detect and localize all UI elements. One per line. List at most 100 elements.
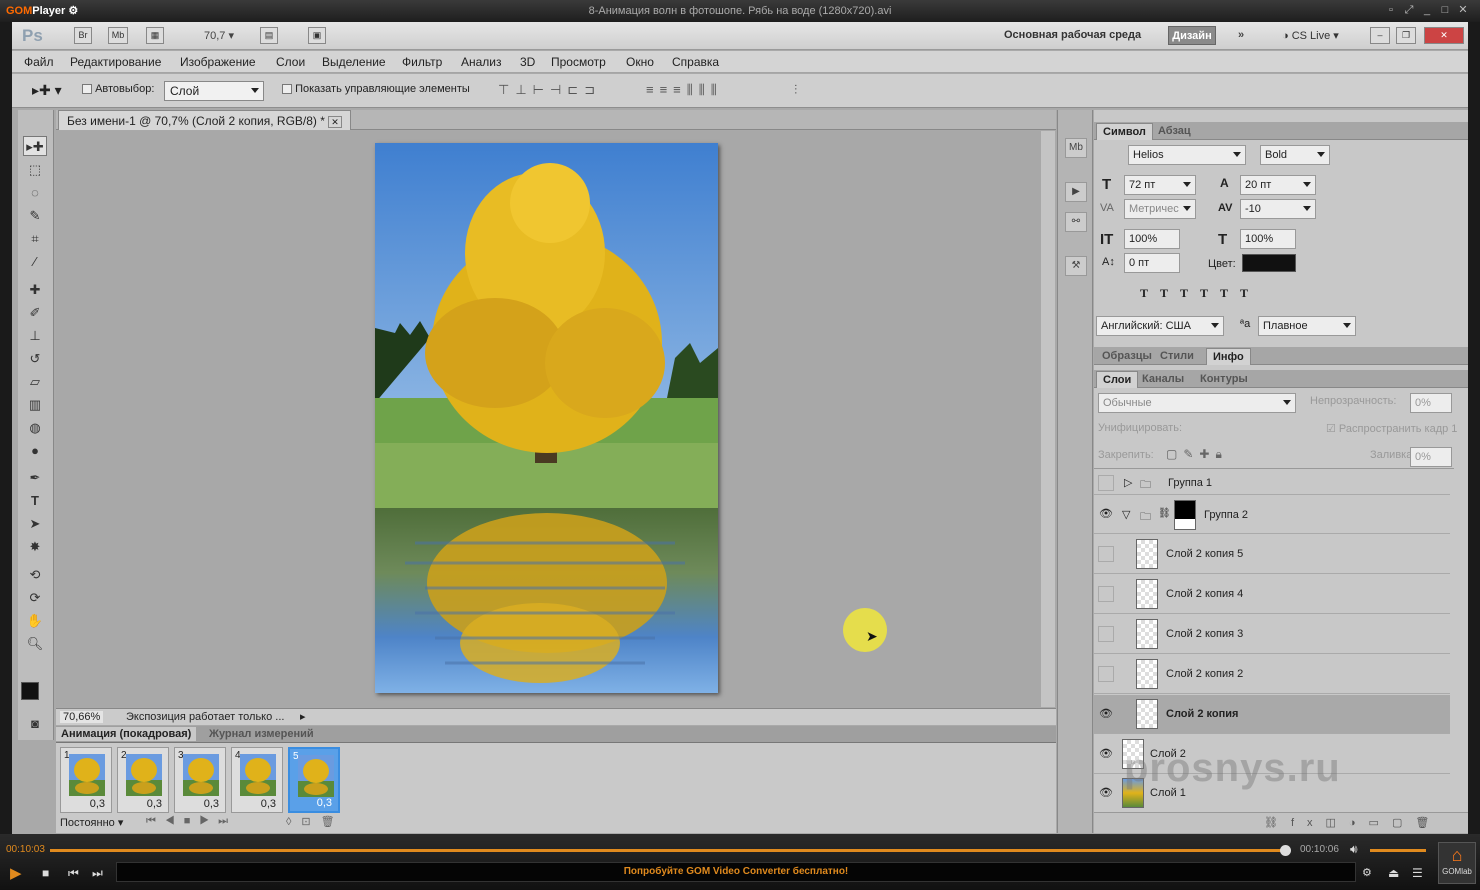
language-select[interactable]: Английский: США <box>1096 316 1224 336</box>
tab-layers[interactable]: Слои <box>1096 371 1139 388</box>
autoselect-checkbox[interactable]: Автовыбор: <box>82 83 154 95</box>
history-brush-icon[interactable]: ↺ <box>23 349 47 369</box>
settings-icon[interactable]: ⚙ <box>1362 866 1372 879</box>
animation-icon[interactable]: ▶ <box>1065 182 1087 202</box>
tab-paragraph[interactable]: Абзац <box>1152 123 1197 140</box>
3d-orbit-icon[interactable]: ⟳ <box>23 588 47 608</box>
visibility-toggle[interactable] <box>1098 586 1114 602</box>
minimize-icon[interactable]: _ <box>1420 4 1434 17</box>
marquee-tool-icon[interactable]: ⬚ <box>23 160 47 180</box>
play-button[interactable]: ▶ <box>10 864 22 882</box>
tracking-field[interactable]: -10 <box>1240 199 1316 219</box>
font-family-select[interactable]: Helios <box>1128 145 1246 165</box>
ps-minimize-icon[interactable]: – <box>1370 27 1390 44</box>
expand-arrow-icon[interactable]: ▷ <box>1124 476 1132 489</box>
tool-presets-icon[interactable]: ⚒ <box>1065 256 1087 276</box>
layer-row-group[interactable]: 👁︎ ▽ 🗀 ⛓ Группа 2 <box>1094 496 1450 534</box>
visibility-toggle[interactable] <box>1098 475 1114 491</box>
layer-action-buttons[interactable]: ⛓fx◫◑▭▢🗑︎ <box>1264 816 1442 829</box>
dodge-tool-icon[interactable]: ● <box>23 441 47 461</box>
eye-icon[interactable]: 👁︎ <box>1098 746 1114 762</box>
layer-row[interactable]: Слой 2 копия 4 <box>1094 575 1450 614</box>
auto-align-button[interactable]: ⫶ <box>794 82 797 98</box>
history-icon[interactable]: ⚯ <box>1065 212 1087 232</box>
maximize-icon[interactable]: □ <box>1438 4 1452 17</box>
eraser-icon[interactable]: ▱ <box>23 372 47 392</box>
font-style-select[interactable]: Bold <box>1260 145 1330 165</box>
crop-tool-icon[interactable]: ⌗ <box>23 229 47 249</box>
lasso-tool-icon[interactable]: ◌ <box>23 183 47 203</box>
path-selection-icon[interactable]: ➤ <box>23 514 47 534</box>
animation-frame[interactable]: 1 0,3 <box>60 747 112 813</box>
mini-bridge-icon[interactable]: Mb <box>1065 138 1087 158</box>
tab-paths[interactable]: Контуры <box>1194 371 1254 388</box>
zoom-select[interactable]: 70,7 ▾ <box>204 29 234 42</box>
menu-file[interactable]: Файл <box>24 55 54 69</box>
status-text[interactable]: Экспозиция работает только ... <box>126 711 284 723</box>
playback-controls[interactable]: ⏮◀■▶⏭ <box>146 815 237 828</box>
more-workspaces-icon[interactable]: » <box>1238 29 1244 41</box>
seek-handle[interactable] <box>1280 845 1291 856</box>
vertical-scrollbar[interactable] <box>1041 131 1055 707</box>
document-tab[interactable]: Без имени-1 @ 70,7% (Слой 2 копия, RGB/8… <box>58 110 351 130</box>
promo-banner[interactable]: Попробуйте GOM Video Converter бесплатно… <box>116 862 1356 882</box>
layer-row[interactable]: Слой 2 копия 3 <box>1094 615 1450 654</box>
animation-frame[interactable]: 3 0,3 <box>174 747 226 813</box>
eye-icon[interactable]: 👁︎ <box>1098 706 1114 722</box>
ps-restore-icon[interactable]: ❐ <box>1396 27 1416 44</box>
distribute-buttons[interactable]: ≡≡≡⫼⫼⫼ <box>646 82 723 98</box>
menu-layers[interactable]: Слои <box>276 55 305 69</box>
zoom-tool-icon[interactable]: 🔍︎ <box>23 634 47 654</box>
type-tool-icon[interactable]: T <box>23 491 47 511</box>
layer-row[interactable]: Слой 2 копия 2 <box>1094 655 1450 694</box>
eye-icon[interactable]: 👁︎ <box>1098 785 1114 801</box>
blur-tool-icon[interactable]: ◍ <box>23 418 47 438</box>
vertical-scale-field[interactable]: 100% <box>1124 229 1180 249</box>
text-style-buttons[interactable]: TTTTTT <box>1140 286 1260 301</box>
tab-styles[interactable]: Стили <box>1154 348 1200 365</box>
font-size-field[interactable]: 72 пт <box>1124 175 1196 195</box>
gradient-tool-icon[interactable]: ▥ <box>23 395 47 415</box>
design-workspace-button[interactable]: Дизайн <box>1168 26 1216 45</box>
tab-channels[interactable]: Каналы <box>1136 371 1190 388</box>
menu-3d[interactable]: 3D <box>520 55 535 69</box>
tab-character[interactable]: Символ <box>1096 123 1153 140</box>
extras-button[interactable]: ▦ <box>146 27 164 44</box>
visibility-toggle[interactable] <box>1098 666 1114 682</box>
menu-analysis[interactable]: Анализ <box>461 55 502 69</box>
move-tool-icon[interactable]: ▸✚ <box>23 136 47 156</box>
playlist-icon[interactable]: ☰ <box>1412 866 1423 880</box>
menu-filter[interactable]: Фильтр <box>402 55 442 69</box>
tab-swatches[interactable]: Образцы <box>1096 348 1158 365</box>
lock-buttons[interactable]: ▢✎✚🔒︎ <box>1166 447 1228 462</box>
fill-field[interactable]: 0% <box>1410 447 1452 467</box>
hand-tool-icon[interactable]: ✋ <box>23 611 47 631</box>
blend-mode-select[interactable]: Обычные <box>1098 393 1296 413</box>
antialias-select[interactable]: Плавное <box>1258 316 1356 336</box>
close-icon[interactable]: ✕ <box>1456 4 1470 17</box>
group-mask-thumbnail[interactable] <box>1174 500 1196 530</box>
eye-icon[interactable]: 👁︎ <box>1098 506 1114 522</box>
3d-rotate-icon[interactable]: ⟲ <box>23 565 47 585</box>
foreground-color-swatch[interactable] <box>21 682 39 700</box>
bridge-button[interactable]: Br <box>74 27 92 44</box>
layer-row[interactable]: Слой 2 копия 5 <box>1094 535 1450 574</box>
menu-edit[interactable]: Редактирование <box>70 55 161 69</box>
tab-info[interactable]: Инфо <box>1206 348 1251 365</box>
volume-slider[interactable] <box>1370 849 1426 852</box>
pin-icon[interactable]: ▫ <box>1384 4 1398 17</box>
mini-bridge-button[interactable]: Mb <box>108 27 128 44</box>
show-transform-controls-checkbox[interactable]: Показать управляющие элементы <box>282 83 470 95</box>
animation-frame[interactable]: 2 0,3 <box>117 747 169 813</box>
quick-mask-icon[interactable]: ◙ <box>23 714 47 734</box>
frame-buttons[interactable]: ◊⊡🗑︎ <box>286 815 345 828</box>
pen-tool-icon[interactable]: ✒ <box>23 468 47 488</box>
visibility-toggle[interactable] <box>1098 546 1114 562</box>
document-image[interactable] <box>375 143 718 693</box>
kerning-select[interactable]: Метричес <box>1124 199 1196 219</box>
opacity-field[interactable]: 0% <box>1410 393 1452 413</box>
tab-animation[interactable]: Анимация (покадровая) <box>56 727 197 741</box>
healing-brush-icon[interactable]: ✚ <box>23 280 47 300</box>
zoom-level[interactable]: 70,66% <box>60 711 104 723</box>
leading-field[interactable]: 20 пт <box>1240 175 1316 195</box>
